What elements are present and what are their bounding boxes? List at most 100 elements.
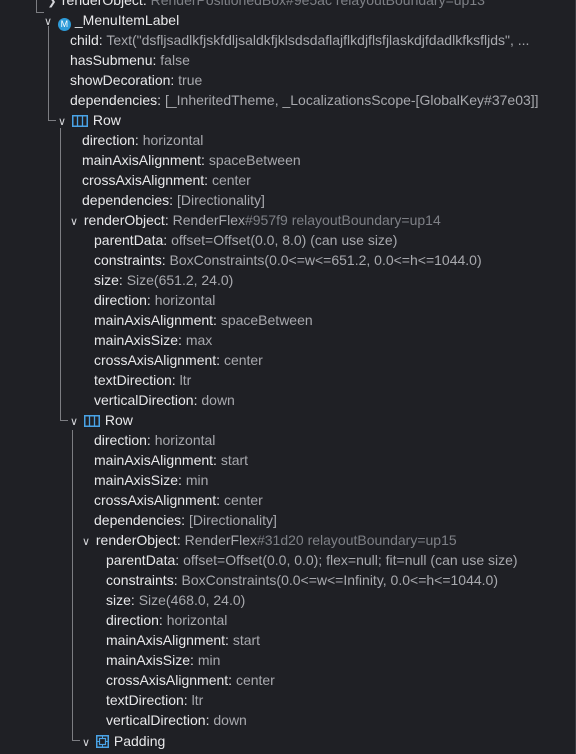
- prop-row: mainAxisSize: max: [94, 330, 212, 350]
- prop-value: BoxConstraints(0.0<=w<=651.2, 0.0<=h<=10…: [169, 252, 482, 268]
- prop-key: crossAxisAlignment:: [82, 172, 209, 188]
- prop-value: Size(468.0, 24.0): [138, 592, 246, 608]
- prop-key: textDirection:: [106, 692, 188, 708]
- tree-node-row[interactable]: ∨ Row: [68, 410, 133, 430]
- prop-value: RenderFlex: [172, 212, 245, 228]
- prop-value: min: [185, 472, 209, 488]
- prop-key: dependencies:: [82, 192, 174, 208]
- prop-row: constraints: BoxConstraints(0.0<=w<=Infi…: [106, 570, 498, 590]
- row-widget-icon: [71, 115, 88, 127]
- prop-row: parentData: offset=Offset(0.0, 0.0); fle…: [106, 550, 518, 570]
- tree-node-menu-item-label[interactable]: ∨ M _MenuItemLabel: [42, 10, 179, 32]
- prop-value: center: [211, 172, 251, 188]
- tree-guide-line: [36, 0, 37, 12]
- prop-value: horizontal: [166, 612, 228, 628]
- prop-value: BoxConstraints(0.0<=w<=Infinity, 0.0<=h<…: [181, 572, 498, 588]
- prop-value: true: [178, 72, 203, 88]
- tree-guide-line: [60, 128, 61, 420]
- prop-key: child:: [70, 32, 103, 48]
- prop-row: size: Size(651.2, 24.0): [94, 270, 233, 290]
- prop-key: verticalDirection:: [94, 392, 198, 408]
- prop-value: [Directionality]: [176, 192, 265, 208]
- node-name: Row: [104, 412, 133, 428]
- widget-inspector-tree: ❯ renderObject: RenderPositionedBox#9e5a…: [0, 0, 576, 754]
- prop-key: parentData:: [106, 552, 180, 568]
- prop-key: showDecoration:: [70, 72, 175, 88]
- prop-value: center: [235, 672, 275, 688]
- node-name: Row: [92, 112, 121, 128]
- prop-key: renderObject:: [61, 0, 147, 8]
- prop-value: offset=Offset(0.0, 0.0); flex=null; fit=…: [183, 552, 518, 568]
- prop-row: mainAxisSize: min: [106, 650, 220, 670]
- tree-node-padding[interactable]: ∨ Padding: [80, 731, 165, 751]
- prop-key: dependencies:: [94, 512, 186, 528]
- tree-guide-line: [60, 420, 68, 421]
- prop-row: mainAxisSize: min: [94, 470, 208, 490]
- prop-value: false: [160, 52, 190, 68]
- prop-value: center: [223, 492, 263, 508]
- prop-row: textDirection: ltr: [106, 690, 203, 710]
- prop-key: mainAxisAlignment:: [94, 312, 217, 328]
- chevron-down-icon[interactable]: ∨: [80, 733, 92, 753]
- prop-key: textDirection:: [94, 372, 176, 388]
- prop-value: ltr: [191, 692, 204, 708]
- prop-row: constraints: BoxConstraints(0.0<=w<=651.…: [94, 250, 482, 270]
- prop-row: textDirection: ltr: [94, 370, 191, 390]
- chevron-down-icon[interactable]: ∨: [68, 412, 80, 432]
- prop-value: spaceBetween: [220, 312, 313, 328]
- prop-key: parentData:: [94, 232, 168, 248]
- prop-value: ltr: [179, 372, 192, 388]
- tree-node-row[interactable]: ∨ Row: [56, 110, 121, 130]
- prop-key: hasSubmenu:: [70, 52, 157, 68]
- tree-row-partial[interactable]: ❯ renderObject: RenderPositionedBox#9e5a…: [46, 0, 485, 10]
- prop-key: renderObject:: [83, 212, 169, 228]
- prop-value: [_InheritedTheme, _LocalizationsScope-[G…: [164, 92, 539, 108]
- tree-guide-line: [72, 430, 73, 740]
- prop-row: direction: horizontal: [106, 610, 227, 630]
- prop-row: crossAxisAlignment: center: [94, 490, 263, 510]
- prop-value: down: [201, 392, 235, 408]
- prop-value: start: [220, 452, 249, 468]
- padding-widget-icon: [95, 735, 109, 748]
- prop-row: crossAxisAlignment: center: [106, 670, 275, 690]
- prop-value: down: [213, 712, 247, 728]
- render-object-id: #957f9 relayoutBoundary=up14: [244, 212, 441, 228]
- prop-row: direction: horizontal: [94, 430, 215, 450]
- prop-row: direction: horizontal: [82, 130, 203, 150]
- chevron-down-icon[interactable]: ∨: [42, 12, 54, 32]
- prop-value: Size(651.2, 24.0): [126, 272, 234, 288]
- tree-guide-line: [48, 120, 56, 121]
- prop-row: dependencies: [Directionality]: [94, 510, 277, 530]
- prop-key: mainAxisSize:: [94, 472, 182, 488]
- prop-row: mainAxisAlignment: spaceBetween: [82, 150, 301, 170]
- prop-key: size:: [94, 272, 123, 288]
- prop-value: [Directionality]: [188, 512, 277, 528]
- prop-row: verticalDirection: down: [94, 390, 235, 410]
- prop-row: size: Size(468.0, 24.0): [106, 590, 245, 610]
- prop-row: mainAxisAlignment: spaceBetween: [94, 310, 313, 330]
- prop-key: direction:: [94, 292, 151, 308]
- prop-value: RenderPositionedBox#9e5ac relayoutBounda…: [150, 0, 485, 8]
- prop-key: verticalDirection:: [106, 712, 210, 728]
- tree-guide-line: [48, 26, 49, 120]
- tree-node-render-object[interactable]: ∨ renderObject: RenderFlex#957f9 relayou…: [68, 210, 441, 230]
- chevron-down-icon[interactable]: ∨: [80, 532, 92, 552]
- prop-row: showDecoration: true: [70, 70, 202, 90]
- chevron-down-icon[interactable]: ∨: [56, 112, 68, 132]
- prop-key: direction:: [82, 132, 139, 148]
- tree-node-render-object[interactable]: ∨ renderObject: RenderFlex#31d20 relayou…: [80, 530, 457, 550]
- prop-row: verticalDirection: down: [106, 710, 247, 730]
- prop-key: renderObject:: [95, 532, 181, 548]
- prop-row: parentData: offset=Offset(0.0, 8.0) (can…: [94, 230, 397, 250]
- prop-key: mainAxisSize:: [106, 652, 194, 668]
- chevron-down-icon[interactable]: ∨: [68, 212, 80, 232]
- prop-key: mainAxisAlignment:: [82, 152, 205, 168]
- prop-value: RenderFlex: [184, 532, 257, 548]
- prop-value: horizontal: [142, 132, 204, 148]
- prop-key: crossAxisAlignment:: [94, 352, 221, 368]
- prop-row: mainAxisAlignment: start: [106, 630, 260, 650]
- prop-row: hasSubmenu: false: [70, 50, 190, 70]
- prop-value: horizontal: [154, 432, 216, 448]
- render-object-id: #31d20 relayoutBoundary=up15: [256, 532, 457, 548]
- prop-key: direction:: [106, 612, 163, 628]
